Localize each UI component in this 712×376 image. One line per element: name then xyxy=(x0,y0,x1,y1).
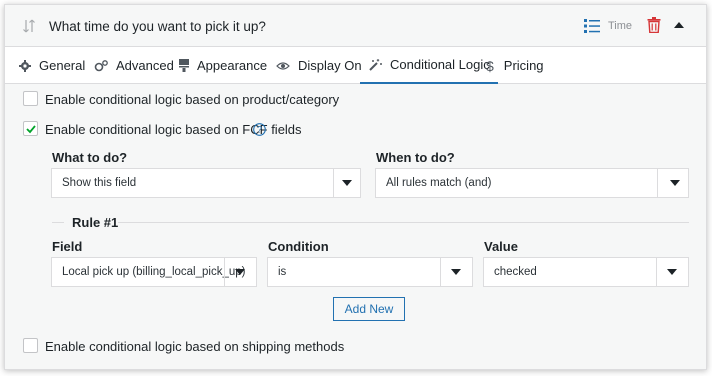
rule-value-value: checked xyxy=(494,266,537,278)
dropdown-arrow-icon xyxy=(235,269,245,275)
checkmark-icon xyxy=(26,125,36,134)
list-icon xyxy=(584,19,600,33)
tab-display-on[interactable]: Display On xyxy=(276,47,362,84)
rule-separator xyxy=(52,222,64,223)
tab-pricing-label: Pricing xyxy=(503,58,544,73)
tab-advanced[interactable]: Advanced xyxy=(94,47,174,84)
tab-display-on-label: Display On xyxy=(298,58,362,73)
trash-icon[interactable] xyxy=(647,17,661,33)
rule-field-value: Local pick up (billing_local_pick_up) xyxy=(62,266,246,278)
tab-appearance-label: Appearance xyxy=(197,58,268,73)
dropdown-arrow-icon xyxy=(667,269,677,275)
eye-icon xyxy=(276,61,290,70)
field-type-label: Time xyxy=(608,20,633,32)
field-header[interactable]: What time do you want to pick it up? Tim… xyxy=(5,5,706,47)
select-divider xyxy=(440,258,441,286)
svg-text:?: ? xyxy=(257,125,262,135)
when-to-do-label: When to do? xyxy=(376,150,455,165)
what-to-do-select[interactable]: Show this field xyxy=(51,168,361,198)
magic-wand-icon xyxy=(369,58,382,71)
select-divider xyxy=(657,169,658,197)
tab-advanced-label: Advanced xyxy=(116,58,174,73)
product-category-checkbox[interactable] xyxy=(23,91,38,106)
settings-tabs: General Advanced Appearance Display On C… xyxy=(5,47,706,84)
field-title: What time do you want to pick it up? xyxy=(49,19,266,34)
rule-value-label: Value xyxy=(484,239,518,254)
select-divider xyxy=(333,169,334,197)
collapse-arrow-icon[interactable] xyxy=(673,20,685,30)
tab-general-label: General xyxy=(39,58,86,73)
what-to-do-value: Show this field xyxy=(62,177,137,189)
tab-conditional-logic[interactable]: Conditional Logic xyxy=(360,47,498,84)
select-divider xyxy=(656,258,657,286)
dropdown-arrow-icon xyxy=(670,180,680,186)
rule-field-label: Field xyxy=(52,239,83,254)
brush-icon xyxy=(179,59,189,72)
gears-icon xyxy=(94,59,108,71)
tab-pricing[interactable]: $ Pricing xyxy=(486,47,544,84)
dropdown-arrow-icon xyxy=(342,180,352,186)
rule-value-select[interactable]: checked xyxy=(483,257,689,287)
rule-title: Rule #1 xyxy=(72,215,119,230)
when-to-do-value: All rules match (and) xyxy=(386,177,492,189)
field-settings-panel: What time do you want to pick it up? Tim… xyxy=(4,4,707,370)
fcf-fields-checkbox[interactable] xyxy=(23,121,38,136)
tab-general[interactable]: General xyxy=(19,47,85,84)
rule-condition-label: Condition xyxy=(268,239,329,254)
when-to-do-select[interactable]: All rules match (and) xyxy=(375,168,689,198)
select-divider xyxy=(224,258,225,286)
dollar-icon: $ xyxy=(486,57,494,74)
rule-condition-value: is xyxy=(278,266,287,278)
tab-appearance[interactable]: Appearance xyxy=(179,47,267,84)
shipping-methods-checkbox[interactable] xyxy=(23,338,38,353)
add-new-rule-button[interactable]: Add New xyxy=(333,297,405,321)
shipping-methods-label: Enable conditional logic based on shippi… xyxy=(45,339,345,354)
dropdown-arrow-icon xyxy=(451,269,461,275)
rule-condition-select[interactable]: is xyxy=(267,257,473,287)
help-icon[interactable]: ? xyxy=(253,123,266,136)
tab-conditional-logic-label: Conditional Logic xyxy=(390,57,490,72)
rule-field-select[interactable]: Local pick up (billing_local_pick_up) xyxy=(51,257,257,287)
gear-icon xyxy=(19,59,31,72)
product-category-label: Enable conditional logic based on produc… xyxy=(45,92,340,107)
rule-separator xyxy=(118,222,689,223)
sort-arrows-icon[interactable] xyxy=(22,18,36,34)
what-to-do-label: What to do? xyxy=(52,150,128,165)
